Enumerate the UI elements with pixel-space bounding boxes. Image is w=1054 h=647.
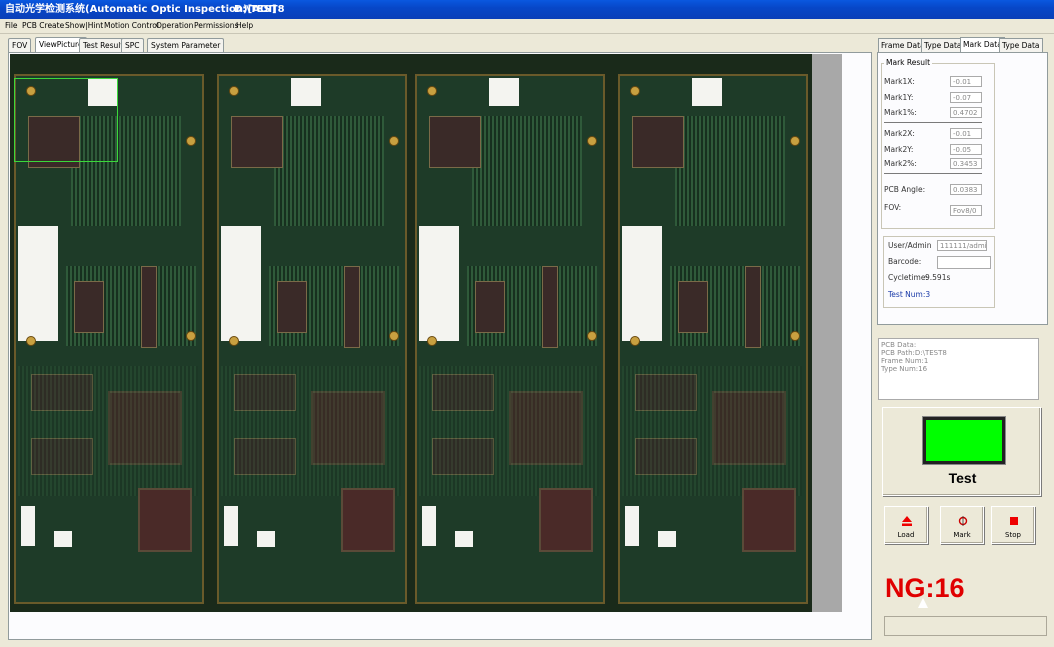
tab-system-parameter[interactable]: System Parameter <box>147 38 225 52</box>
tab-fov[interactable]: FOV <box>8 38 32 52</box>
load-button-label: Load <box>897 531 915 539</box>
barcode-input[interactable] <box>937 256 991 269</box>
menu-operation[interactable]: Operation <box>156 21 193 30</box>
title-bar: 自动光学检测系统(Automatic Optic Inspection)[AOI… <box>0 0 1054 19</box>
window-path: D:\TEST8 <box>234 4 285 15</box>
mark2pct-label: Mark2%: <box>884 159 917 168</box>
mark1y-field[interactable]: -0.07 <box>950 92 982 103</box>
mark2y-label: Mark2Y: <box>884 145 914 154</box>
mark-result-label: Mark Result <box>884 58 933 67</box>
mark1pct-label: Mark1%: <box>884 108 917 117</box>
mark-button[interactable]: Mark <box>940 506 984 544</box>
menu-file[interactable]: File <box>5 21 18 30</box>
pcb-board-3 <box>415 74 605 604</box>
menu-permissions[interactable]: Permissions <box>194 21 238 30</box>
mark2pct-field[interactable]: 0.3453 <box>950 158 982 169</box>
mark2x-label: Mark2X: <box>884 129 915 138</box>
mouse-cursor-icon <box>918 598 928 608</box>
pcb-info-line: Frame Num:1 <box>881 357 929 365</box>
stop-icon <box>1010 517 1018 525</box>
load-button[interactable]: Load <box>884 506 928 544</box>
menu-pcb-create[interactable]: PCB Create <box>22 21 64 30</box>
pcb-image[interactable] <box>10 54 812 612</box>
tab-spc[interactable]: SPC <box>121 38 144 52</box>
pcb-board-4 <box>618 74 808 604</box>
pcb-angle-label: PCB Angle: <box>884 185 926 194</box>
mark-data-panel: Mark Result Mark1X: -0.01 Mark1Y: -0.07 … <box>877 52 1048 325</box>
mark1pct-field[interactable]: 0.4702 <box>950 107 982 118</box>
stop-button-label: Stop <box>1005 531 1021 539</box>
tab-type-data-2[interactable]: Type Data <box>999 38 1043 52</box>
mark1y-label: Mark1Y: <box>884 93 914 102</box>
stop-button[interactable]: Stop <box>991 506 1035 544</box>
mark2y-field[interactable]: -0.05 <box>950 144 982 155</box>
eject-icon <box>902 516 912 526</box>
fov-selection-box[interactable] <box>14 78 118 162</box>
tab-type-data[interactable]: Type Data <box>921 38 965 52</box>
mark1x-field[interactable]: -0.01 <box>950 76 982 87</box>
menu-bar: File PCB Create Show|Hint Motion Control… <box>0 19 1054 34</box>
status-field <box>884 616 1047 636</box>
separator <box>884 173 982 174</box>
cycletime-value: 9.591s <box>925 273 951 282</box>
cycletime-label: Cycletime: <box>888 273 928 282</box>
pcb-info-line: Type Num:16 <box>881 365 928 373</box>
pcb-angle-field[interactable]: 0.0383 <box>950 184 982 195</box>
test-status-light <box>922 416 1006 465</box>
test-num: Test Num:3 <box>888 290 931 299</box>
barcode-label: Barcode: <box>888 257 922 266</box>
pcb-info-line: PCB Data: <box>881 341 917 349</box>
user-label: User/Admin <box>888 241 932 250</box>
menu-motion-control[interactable]: Motion Control <box>104 21 159 30</box>
separator <box>884 122 982 123</box>
menu-show-hint[interactable]: Show|Hint <box>65 21 103 30</box>
menu-help[interactable]: Help <box>236 21 253 30</box>
mark-button-label: Mark <box>953 531 971 539</box>
mark2x-field[interactable]: -0.01 <box>950 128 982 139</box>
pcb-board-2 <box>217 74 407 604</box>
fov-field[interactable]: Fov8/0 <box>950 205 982 216</box>
user-field[interactable]: 111111/admin <box>937 240 987 251</box>
test-button[interactable]: Test <box>882 407 1041 496</box>
mark-icon <box>958 516 968 526</box>
pcb-info-box: PCB Data: PCB Path:D:\TEST8 Frame Num:1 … <box>878 338 1039 400</box>
pcb-info-line: PCB Path:D:\TEST8 <box>881 349 947 357</box>
test-button-label: Test <box>948 470 977 486</box>
image-margin <box>812 54 842 612</box>
fov-label: FOV: <box>884 203 902 212</box>
mark1x-label: Mark1X: <box>884 77 915 86</box>
